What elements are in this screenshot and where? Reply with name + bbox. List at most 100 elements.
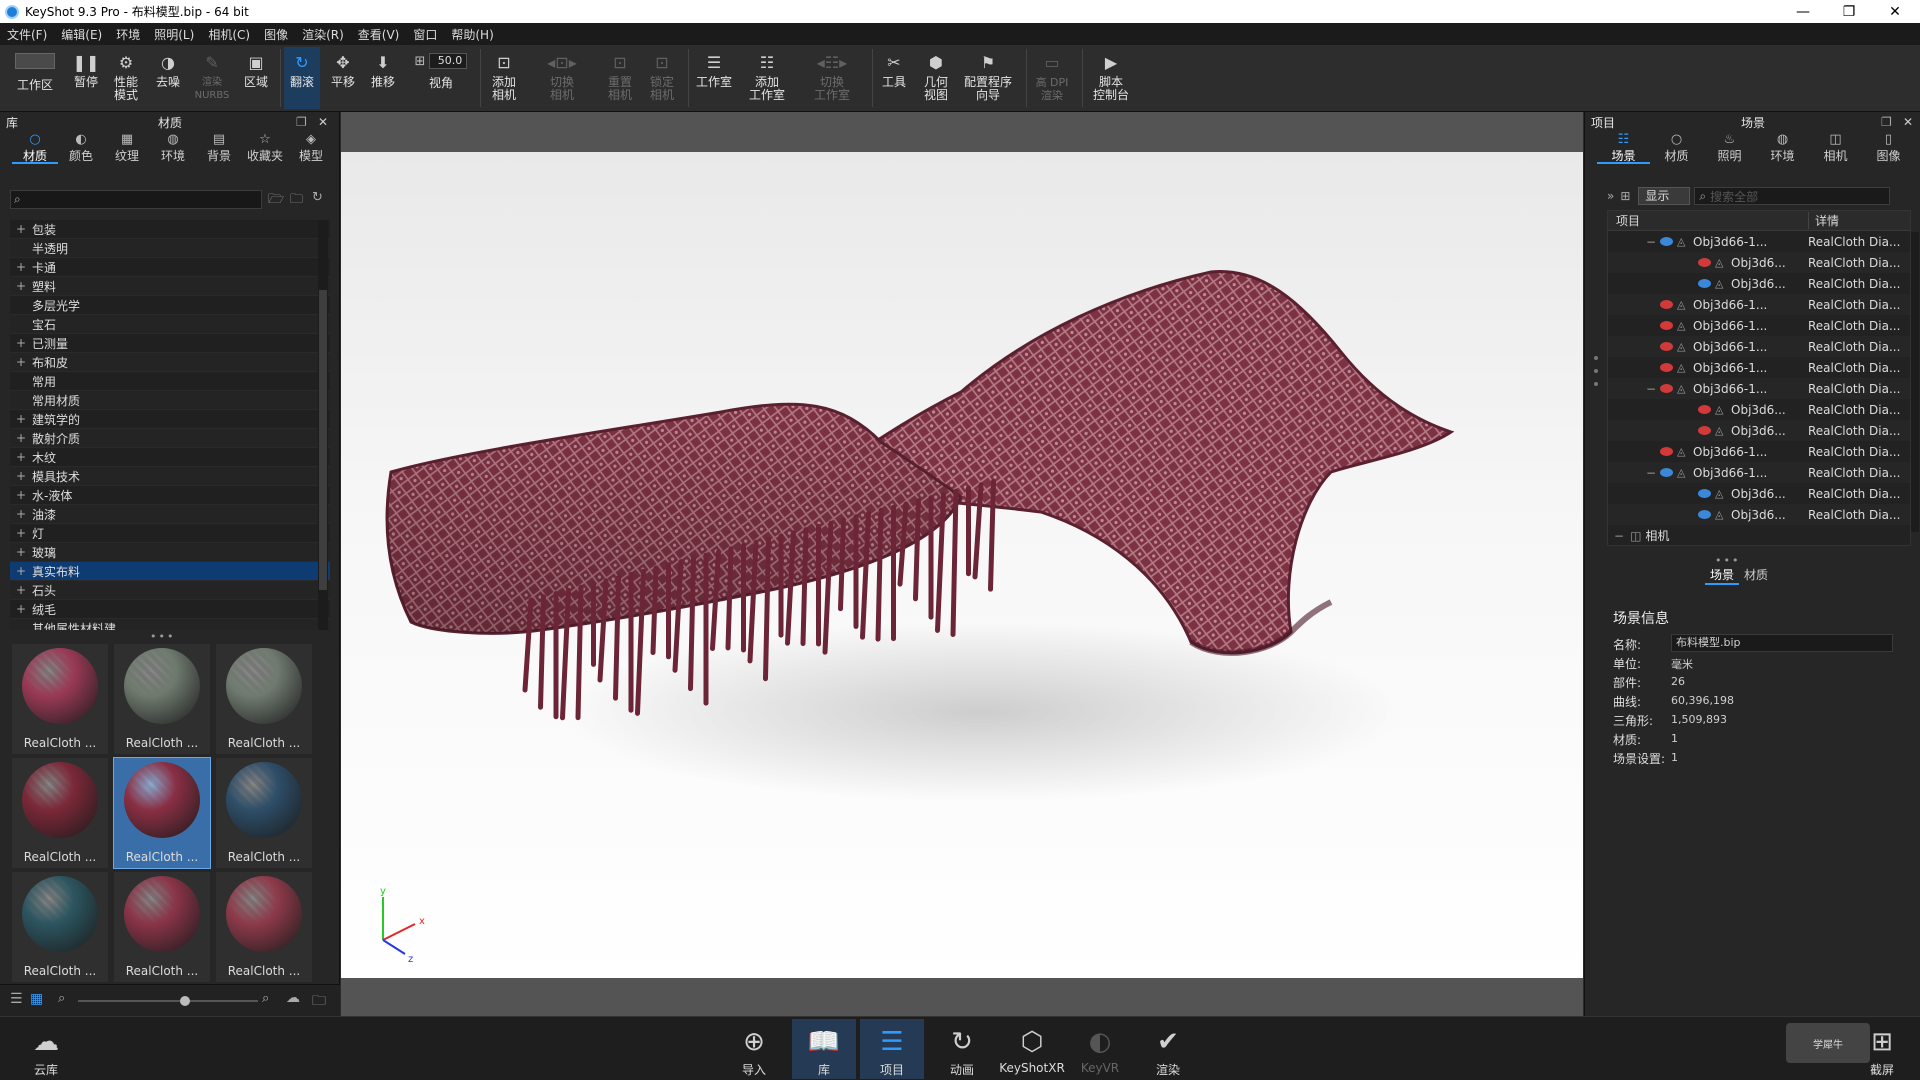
visibility-eye-icon[interactable] [1660,384,1673,393]
expand-chevron-icon[interactable]: » [1607,189,1614,203]
tree-folder-item[interactable]: + 油漆 [10,505,330,524]
visibility-eye-icon[interactable] [1698,426,1711,435]
scene-tree-row[interactable]: ◬ Obj3d6... RealCloth Dia... [1608,504,1910,525]
tree-folder-item[interactable]: + 已测量 [10,334,330,353]
toolbar-region-button[interactable]: ▣ 区域 [238,47,274,109]
tree-folder-item[interactable]: + 包装 [10,220,330,239]
tree-folder-item[interactable]: 多层光学 [10,296,330,315]
fov-input[interactable]: 50.0 [429,53,468,69]
toolbar-pause-button[interactable]: ❚❚ 暂停 [70,47,102,109]
project-tab[interactable]: ☷ 场景 [1597,132,1650,164]
visibility-eye-icon[interactable] [1660,468,1673,477]
tree-scrollbar[interactable] [318,220,328,630]
close-panel-icon[interactable]: ✕ [1903,115,1913,129]
visibility-eye-icon[interactable] [1698,510,1711,519]
tree-folder-item[interactable]: 常用 [10,372,330,391]
toolbar-tumble-button[interactable]: ↻ 翻滚 [284,47,320,109]
tree-folder-item[interactable]: + 真实布料 [10,562,330,581]
folder-icon[interactable]: 🗀 [312,990,326,1014]
restore-icon[interactable]: ❐ [1826,0,1872,23]
menu-item[interactable]: 环境 [109,26,147,43]
material-thumbnail[interactable]: RealCloth ... [114,872,210,982]
expand-icon[interactable]: + [10,602,32,616]
material-thumbnail[interactable]: RealCloth ... [114,644,210,754]
undock-icon[interactable]: ❐ [296,115,307,129]
project-tab[interactable]: ◫ 相机 [1809,132,1862,164]
scene-tree-row[interactable]: ◬ Obj3d66-1... RealCloth Dia... [1608,315,1910,336]
scene-tree-row[interactable]: ◬ Obj3d6... RealCloth Dia... [1608,399,1910,420]
toolbar-workspace-button[interactable]: 工作区 [10,47,60,109]
scene-tree-row[interactable]: − ◬ Obj3d66-1... RealCloth Dia... [1608,231,1910,252]
menu-item[interactable]: 帮助(H) [444,26,500,43]
toolbar-denoise-button[interactable]: ◑ 去噪 [150,47,186,109]
material-thumbnail[interactable]: RealCloth ... [12,644,108,754]
project-tab[interactable]: ◍ 环境 [1756,132,1809,164]
expand-icon[interactable]: + [10,412,32,426]
tree-folder-item[interactable]: + 木纹 [10,448,330,467]
slider-handle[interactable] [180,996,190,1006]
library-search-input[interactable]: ⌕ [10,190,262,209]
visibility-eye-icon[interactable] [1698,489,1711,498]
expand-icon[interactable]: + [10,583,32,597]
expand-icon[interactable]: + [10,450,32,464]
scene-scrollbar[interactable] [1911,232,1919,532]
bottom-keyvr-button[interactable]: ◐ KeyVR [1068,1019,1132,1079]
scene-tree-row[interactable]: ◬ Obj3d6... RealCloth Dia... [1608,420,1910,441]
expand-icon[interactable]: + [10,279,32,293]
scene-tools-icon[interactable]: ⊞ [1620,189,1630,203]
collapse-icon[interactable]: − [1646,235,1656,249]
material-thumbnail[interactable]: RealCloth ... [216,758,312,868]
real-time-render[interactable]: y x z [341,152,1583,978]
library-tab[interactable]: ▤ 背景 [196,132,242,164]
menu-item[interactable]: 编辑(E) [54,26,109,43]
toolbar-dolly-button[interactable]: ⬇ 推移 [366,47,400,109]
toolbar-configurator-button[interactable]: ⚑ 配置程序 向导 [960,47,1016,109]
toolbar-switch-studio-button[interactable]: ◂☷▸ 切换 工作室 [800,47,864,109]
render-viewport[interactable]: y x z [341,112,1583,1016]
library-tab[interactable]: ☆ 收藏夹 [242,132,288,164]
tree-folder-item[interactable]: + 卡通 [10,258,330,277]
visibility-eye-icon[interactable] [1698,279,1711,288]
library-tab[interactable]: ◐ 颜色 [58,132,104,164]
list-view-icon[interactable]: ☰ [10,991,23,1007]
expand-icon[interactable]: + [10,526,32,540]
toolbar-add-studio-button[interactable]: ☷ 添加 工作室 [744,47,790,109]
close-panel-icon[interactable]: ✕ [318,115,328,129]
toolbar-switch-camera-button[interactable]: ◂⊡▸ 切换 相机 [536,47,588,109]
scene-tree-row[interactable]: ◬ Obj3d66-1... RealCloth Dia... [1608,294,1910,315]
visibility-eye-icon[interactable] [1660,237,1673,246]
expand-icon[interactable]: + [10,507,32,521]
folder-open-icon[interactable]: 🗁 [268,190,284,212]
thumbnail-size-slider[interactable] [78,996,258,1006]
expand-icon[interactable]: + [10,222,32,236]
library-tab[interactable]: ◈ 模型 [288,132,334,164]
library-tab[interactable]: ◍ 环境 [150,132,196,164]
grid-view-icon[interactable]: ▦ [30,991,43,1007]
tree-folder-item[interactable]: + 布和皮 [10,353,330,372]
toolbar-studio-button[interactable]: ☰ 工作室 [692,47,736,109]
menu-item[interactable]: 照明(L) [147,26,201,43]
material-thumbnail[interactable]: RealCloth ... [113,757,211,869]
column-header-detail[interactable]: 详情 [1808,212,1839,229]
expand-icon[interactable]: + [10,469,32,483]
visibility-eye-icon[interactable] [1660,321,1673,330]
menu-item[interactable]: 图像 [257,26,295,43]
scene-tree-row[interactable]: ◬ Obj3d66-1... RealCloth Dia... [1608,441,1910,462]
column-header-item[interactable]: 项目 [1616,212,1640,229]
expand-icon[interactable]: + [10,488,32,502]
undock-icon[interactable]: ❐ [1881,115,1892,129]
material-thumbnail[interactable]: RealCloth ... [12,872,108,982]
tree-folder-item[interactable]: + 模具技术 [10,467,330,486]
scene-tree-row[interactable]: ◬ Obj3d6... RealCloth Dia... [1608,252,1910,273]
menu-item[interactable]: 窗口 [406,26,444,43]
refresh-icon[interactable]: ↻ [312,190,323,205]
toolbar-hidpi-button[interactable]: ▭ 高 DPI 渲染 [1030,47,1074,109]
collapse-icon[interactable]: − [1646,382,1656,396]
scene-name-field[interactable]: 布料模型.bip [1671,634,1893,652]
toolbar-geometry-view-button[interactable]: ⬢ 几何 视图 [918,47,954,109]
toolbar-pan-button[interactable]: ✥ 平移 [326,47,360,109]
visibility-eye-icon[interactable] [1660,342,1673,351]
expand-icon[interactable]: + [10,336,32,350]
tree-folder-item[interactable]: + 石头 [10,581,330,600]
minimize-icon[interactable]: — [1780,0,1826,23]
